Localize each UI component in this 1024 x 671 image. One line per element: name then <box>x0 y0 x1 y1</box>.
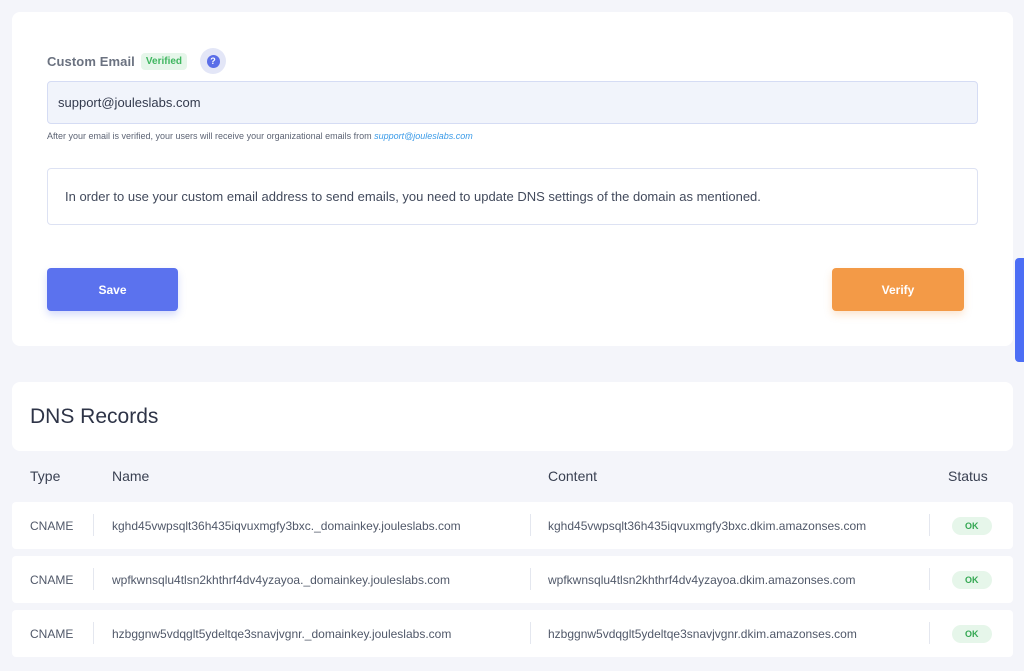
column-header-name: Name <box>112 468 150 484</box>
column-header-status: Status <box>948 468 988 484</box>
helper-text-prefix: After your email is verified, your users… <box>47 131 375 141</box>
table-row: CNAME kghd45vwpsqlt36h435iqvuxmgfy3bxc._… <box>12 502 1013 549</box>
help-button[interactable]: ? <box>200 48 227 74</box>
cell-divider <box>93 568 94 590</box>
record-content: wpfkwnsqlu4tlsn2khthrf4dv4yzayoa.dkim.am… <box>548 572 856 587</box>
verify-button[interactable]: Verify <box>832 268 964 311</box>
cell-divider <box>93 514 94 536</box>
custom-email-input[interactable] <box>47 81 978 124</box>
record-name: wpfkwnsqlu4tlsn2khthrf4dv4yzayoa._domain… <box>112 572 450 587</box>
record-type: CNAME <box>30 626 74 641</box>
custom-email-card: Custom Email Verified ? After your email… <box>12 12 1013 346</box>
dns-info-text: In order to use your custom email addres… <box>65 189 761 204</box>
dns-records-header-card: DNS Records <box>12 382 1013 451</box>
table-row: CNAME hzbggnw5vdqglt5ydeltqe3snavjvgnr._… <box>12 610 1013 657</box>
dns-info-box: In order to use your custom email addres… <box>47 168 978 225</box>
custom-email-label-row: Custom Email Verified ? <box>47 48 227 74</box>
status-badge: OK <box>952 570 992 589</box>
record-status: OK <box>952 556 992 603</box>
cell-divider <box>93 622 94 644</box>
cell-divider <box>929 622 930 644</box>
column-header-content: Content <box>548 468 598 484</box>
record-status: OK <box>952 610 992 657</box>
record-name: hzbggnw5vdqglt5ydeltqe3snavjvgnr._domain… <box>112 626 452 641</box>
record-name: kghd45vwpsqlt36h435iqvuxmgfy3bxc._domain… <box>112 518 461 533</box>
dns-records-title: DNS Records <box>30 405 159 428</box>
cell-divider <box>929 568 930 590</box>
record-status: OK <box>952 502 992 549</box>
record-content: hzbggnw5vdqglt5ydeltqe3snavjvgnr.dkim.am… <box>548 626 857 641</box>
status-badge: OK <box>952 624 992 643</box>
record-type: CNAME <box>30 572 74 587</box>
cell-divider <box>530 622 531 644</box>
record-content: kghd45vwpsqlt36h435iqvuxmgfy3bxc.dkim.am… <box>548 518 867 533</box>
email-helper-text: After your email is verified, your users… <box>47 131 473 141</box>
column-header-type: Type <box>30 468 61 484</box>
verified-badge: Verified <box>140 52 188 70</box>
record-type: CNAME <box>30 518 74 533</box>
cell-divider <box>929 514 930 536</box>
status-badge: OK <box>952 516 992 535</box>
question-mark-icon: ? <box>206 54 220 68</box>
side-feedback-tab[interactable] <box>1015 258 1024 362</box>
cell-divider <box>530 568 531 590</box>
custom-email-label: Custom Email <box>47 53 135 69</box>
cell-divider <box>530 514 531 536</box>
save-button[interactable]: Save <box>47 268 178 311</box>
table-row: CNAME wpfkwnsqlu4tlsn2khthrf4dv4yzayoa._… <box>12 556 1013 603</box>
helper-email-link[interactable]: support@jouleslabs.com <box>374 131 473 141</box>
